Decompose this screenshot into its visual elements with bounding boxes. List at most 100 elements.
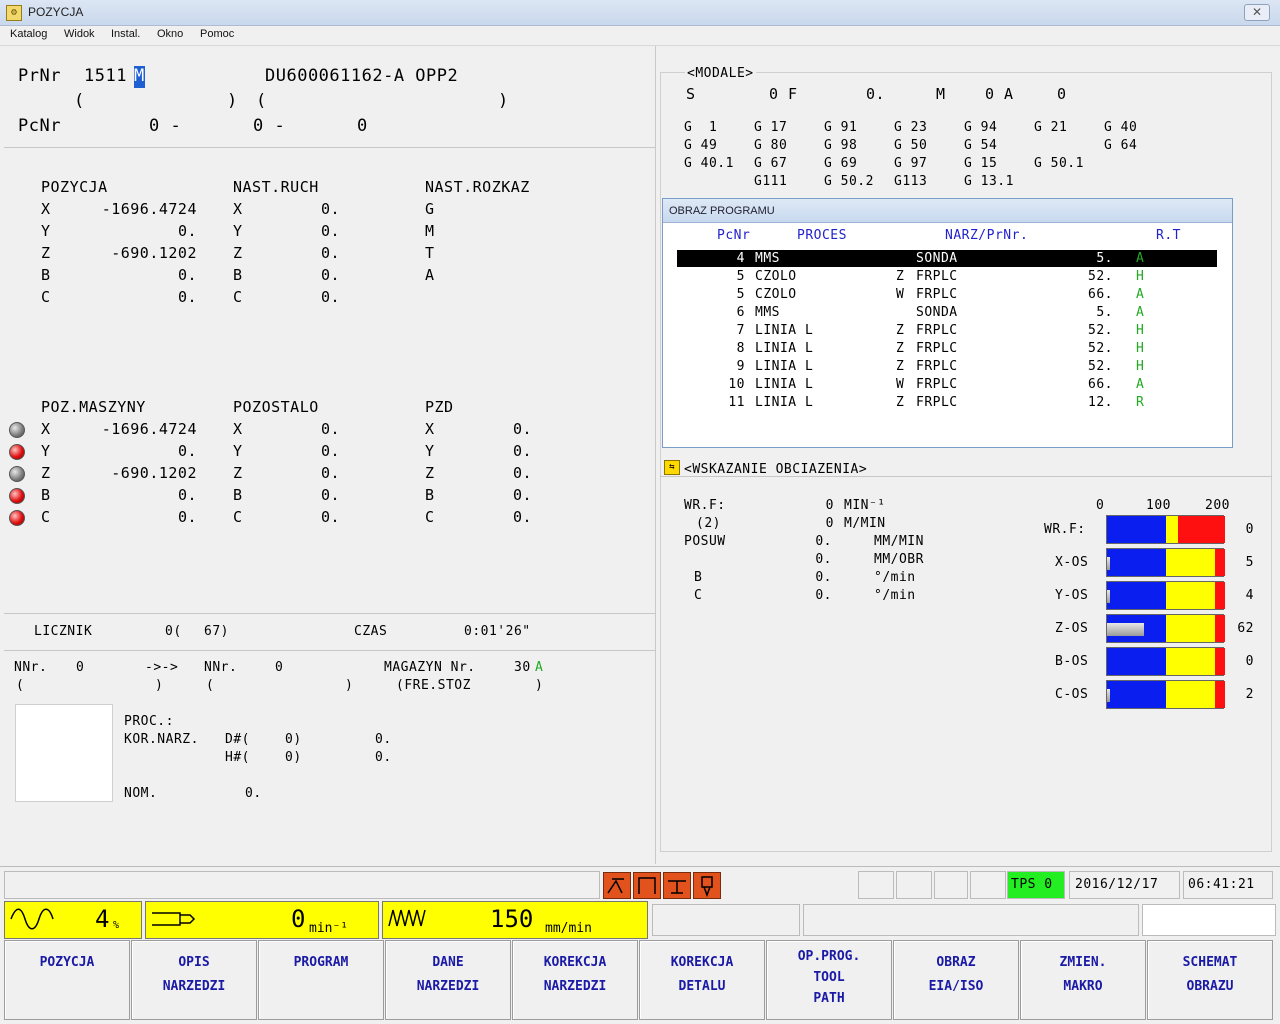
prog-row-nr[interactable]: 10 bbox=[713, 377, 745, 392]
prog-row-tool[interactable]: FRPLC bbox=[916, 287, 958, 302]
override-value: 4 bbox=[95, 905, 110, 933]
rem-value: 0. bbox=[320, 508, 340, 526]
softkey-label: PROGRAM bbox=[293, 955, 349, 970]
scale-100: 100 bbox=[1146, 498, 1171, 513]
prog-row-process[interactable]: CZOLO bbox=[755, 269, 797, 284]
prog-row-tool[interactable]: SONDA bbox=[916, 305, 958, 320]
load-bar bbox=[1106, 647, 1225, 676]
prog-row-nr[interactable]: 7 bbox=[713, 323, 745, 338]
softkey-label: NARZEDZI bbox=[416, 979, 480, 994]
prog-row-side[interactable]: Z bbox=[896, 323, 904, 338]
prog-row-value[interactable]: 66. bbox=[1061, 377, 1113, 392]
menu-widok[interactable]: Widok bbox=[64, 28, 95, 40]
prog-row-rt[interactable]: H bbox=[1136, 323, 1144, 338]
program-window[interactable]: OBRAZ PROGRAMU PcNr PROCES NARZ/PrNr. R.… bbox=[662, 198, 1233, 448]
softkey-korekcja-detalu[interactable]: KOREKCJA DETALU bbox=[639, 940, 765, 1020]
prog-row-tool[interactable]: FRPLC bbox=[916, 323, 958, 338]
prog-row-value[interactable]: 52. bbox=[1061, 323, 1113, 338]
prog-row-value[interactable]: 12. bbox=[1061, 395, 1113, 410]
prog-row-side[interactable]: Z bbox=[896, 395, 904, 410]
load-label: POSUW bbox=[684, 534, 726, 549]
softkey-program[interactable]: PROGRAM bbox=[258, 940, 384, 1020]
g-code: G111 bbox=[754, 174, 788, 189]
prog-row-process[interactable]: MMS bbox=[755, 305, 780, 320]
prog-row-nr[interactable]: 6 bbox=[713, 305, 745, 320]
load-title: <WSKAZANIE OBCIAZENIA> bbox=[684, 462, 868, 477]
rem-value: 0. bbox=[320, 464, 340, 482]
prog-row-side[interactable]: Z bbox=[896, 269, 904, 284]
prog-row-process[interactable]: CZOLO bbox=[755, 287, 797, 302]
menu-okno[interactable]: Okno bbox=[157, 28, 183, 40]
next-value: 0. bbox=[320, 200, 340, 218]
softkey-pozycja[interactable]: POZYCJA bbox=[4, 940, 130, 1020]
tool-type-close: ) bbox=[535, 678, 544, 693]
paren-open-1: ( bbox=[74, 91, 85, 111]
load-bar-value: 0 bbox=[1245, 654, 1254, 669]
softkey-label: DANE bbox=[432, 955, 464, 970]
prog-row-value[interactable]: 52. bbox=[1061, 269, 1113, 284]
softkey-schemat-obrazu[interactable]: SCHEMAT OBRAZU bbox=[1147, 940, 1273, 1020]
prog-row-tool[interactable]: FRPLC bbox=[916, 377, 958, 392]
edit-cursor[interactable]: M bbox=[134, 66, 145, 88]
close-button[interactable]: ✕ bbox=[1244, 4, 1270, 21]
prog-row-value[interactable]: 52. bbox=[1061, 341, 1113, 356]
paren-close-1: ) bbox=[227, 91, 238, 111]
header-pozycja: POZYCJA bbox=[41, 178, 108, 196]
load-label: (2) bbox=[696, 516, 721, 531]
menu-katalog[interactable]: Katalog bbox=[10, 28, 47, 40]
prog-row-value[interactable]: 52. bbox=[1061, 359, 1113, 374]
prog-row-value[interactable]: 66. bbox=[1061, 287, 1113, 302]
prog-row-value[interactable]: 5. bbox=[1061, 305, 1113, 320]
nom-value: 0. bbox=[245, 786, 262, 801]
prog-row-process[interactable]: LINIA L bbox=[755, 359, 813, 374]
prog-row-rt[interactable]: A bbox=[1136, 251, 1144, 266]
menu-instal[interactable]: Instal. bbox=[111, 28, 140, 40]
prog-row-nr[interactable]: 8 bbox=[713, 341, 745, 356]
prog-row-process[interactable]: LINIA L bbox=[755, 377, 813, 392]
load-bar bbox=[1106, 581, 1225, 610]
prog-row-rt[interactable]: A bbox=[1136, 377, 1144, 392]
prog-row-side[interactable]: W bbox=[896, 377, 904, 392]
prog-row-tool[interactable]: FRPLC bbox=[916, 395, 958, 410]
pcnr-a: 0 - bbox=[149, 116, 182, 136]
prog-row-rt[interactable]: H bbox=[1136, 341, 1144, 356]
prog-row-process[interactable]: LINIA L bbox=[755, 341, 813, 356]
prog-row-nr[interactable]: 11 bbox=[713, 395, 745, 410]
next-value: 0. bbox=[320, 244, 340, 262]
softkey-dane-narzedzi[interactable]: DANE NARZEDZI bbox=[385, 940, 511, 1020]
prog-row-rt[interactable]: H bbox=[1136, 359, 1144, 374]
prog-row-side[interactable]: W bbox=[896, 287, 904, 302]
pzd-axis: Y bbox=[425, 442, 435, 460]
prog-row-process[interactable]: LINIA L bbox=[755, 323, 813, 338]
prog-row-rt[interactable]: A bbox=[1136, 305, 1144, 320]
prog-row-side[interactable]: Z bbox=[896, 341, 904, 356]
prog-row-nr[interactable]: 5 bbox=[713, 287, 745, 302]
status-slot-1 bbox=[858, 871, 894, 899]
pos-axis: Z bbox=[41, 244, 51, 262]
spindle-value: 0 bbox=[291, 905, 306, 933]
menu-pomoc[interactable]: Pomoc bbox=[200, 28, 234, 40]
prog-row-tool[interactable]: FRPLC bbox=[916, 341, 958, 356]
prog-row-nr[interactable]: 9 bbox=[713, 359, 745, 374]
prog-row-tool[interactable]: FRPLC bbox=[916, 359, 958, 374]
load-bar-value: 4 bbox=[1245, 588, 1254, 603]
status-slot-4 bbox=[970, 871, 1006, 899]
prog-row-rt[interactable]: A bbox=[1136, 287, 1144, 302]
prog-row-nr[interactable]: 4 bbox=[713, 251, 745, 266]
prog-row-tool[interactable]: FRPLC bbox=[916, 269, 958, 284]
mach-value: -1696.4724 bbox=[101, 420, 197, 438]
prog-row-value[interactable]: 5. bbox=[1061, 251, 1113, 266]
softkey-opis-narzedzi[interactable]: OPIS NARZEDZI bbox=[131, 940, 257, 1020]
prog-row-rt[interactable]: H bbox=[1136, 269, 1144, 284]
softkey-obraz-eia-iso[interactable]: OBRAZ EIA/ISO bbox=[893, 940, 1019, 1020]
prog-row-nr[interactable]: 5 bbox=[713, 269, 745, 284]
softkey-op-prog-tool-path[interactable]: OP.PROG. TOOL PATH bbox=[766, 940, 892, 1020]
prog-row-tool[interactable]: SONDA bbox=[916, 251, 958, 266]
softkey-korekcja-narzedzi[interactable]: KOREKCJA NARZEDZI bbox=[512, 940, 638, 1020]
prog-row-process[interactable]: MMS bbox=[755, 251, 780, 266]
prog-row-side[interactable]: Z bbox=[896, 359, 904, 374]
prog-row-rt[interactable]: R bbox=[1136, 395, 1144, 410]
g-code: G 69 bbox=[824, 156, 858, 171]
softkey-zmien-makro[interactable]: ZMIEN. MAKRO bbox=[1020, 940, 1146, 1020]
prog-row-process[interactable]: LINIA L bbox=[755, 395, 813, 410]
